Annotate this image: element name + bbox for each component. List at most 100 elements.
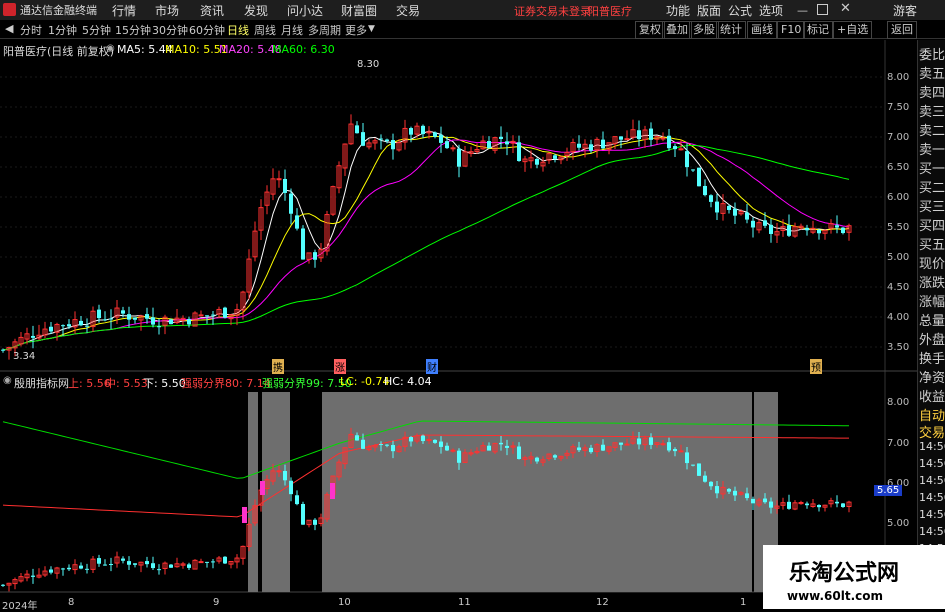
btn-zixuan[interactable]: +自选	[833, 21, 873, 39]
btn-huaxian[interactable]: 画线	[747, 21, 777, 39]
btn-fuquan[interactable]: 复权	[635, 21, 665, 39]
signal-bar	[242, 507, 247, 523]
period-1min[interactable]: 1分钟	[48, 22, 77, 38]
indicator-candle	[198, 561, 204, 564]
event-tag[interactable]: 财	[426, 359, 438, 374]
period-monthly[interactable]: 月线	[281, 22, 303, 38]
btn-f10[interactable]: F10	[777, 21, 806, 39]
tick-time: 14:56	[919, 457, 945, 470]
indicator-candle	[817, 504, 821, 508]
period-15min[interactable]: 15分钟	[115, 22, 151, 38]
tick-time: 14:56	[919, 525, 945, 538]
candle-body	[769, 224, 773, 234]
period-weekly[interactable]: 周线	[254, 22, 276, 38]
candle-body	[691, 169, 695, 171]
menu-item-hangqing[interactable]: 行情	[112, 2, 136, 19]
period-60min[interactable]: 60分钟	[189, 22, 225, 38]
period-more[interactable]: 更多	[345, 22, 367, 38]
period-multi[interactable]: 多周期	[308, 22, 341, 38]
candle-body	[553, 155, 557, 159]
indicator-candle	[361, 439, 365, 449]
event-tag[interactable]: 携	[272, 359, 284, 374]
minimize-icon[interactable]: —	[797, 4, 808, 17]
quote-label: 总量	[919, 314, 945, 329]
quote-label: 卖一	[919, 143, 945, 158]
candle-body	[295, 215, 299, 229]
indicator-candle	[553, 455, 557, 458]
btn-tongji[interactable]: 统计	[716, 21, 746, 39]
price-tick: 4.00	[887, 312, 910, 323]
candle-body	[505, 141, 509, 145]
shade-band	[248, 392, 258, 592]
guest-label[interactable]: 游客	[893, 2, 917, 19]
menu-item-xuanxiang[interactable]: 选项	[759, 2, 783, 19]
indicator-candle	[745, 493, 749, 499]
candle-body	[276, 178, 282, 181]
period-5min[interactable]: 5分钟	[82, 22, 111, 38]
candle-body	[433, 132, 437, 137]
menu-item-faxian[interactable]: 发现	[244, 2, 268, 19]
candle-body	[109, 318, 113, 320]
indicator-tick: 8.00	[887, 397, 910, 408]
candle-body	[499, 136, 503, 139]
quote-label: 买四	[919, 219, 945, 234]
menu-item-shichang[interactable]: 市场	[155, 2, 179, 19]
signal-bar	[260, 481, 265, 495]
shade-band	[262, 392, 290, 592]
trade-button[interactable]: 交易	[919, 422, 945, 441]
menu-item-gongshi[interactable]: 公式	[728, 2, 752, 19]
indicator-candle	[49, 569, 53, 573]
btn-diejia[interactable]: 叠加	[662, 21, 692, 39]
candle-body	[103, 319, 107, 321]
candle-body	[715, 201, 719, 213]
candle-body	[487, 141, 491, 149]
period-daily[interactable]: 日线	[227, 22, 249, 38]
candle-body	[283, 178, 287, 193]
candle-body	[49, 326, 53, 332]
price-tick: 8.00	[887, 72, 910, 83]
indicator-name: 殷朋指标网	[14, 377, 69, 390]
maximize-icon[interactable]	[817, 4, 828, 15]
indicator-candle	[409, 437, 413, 442]
btn-biaoji[interactable]: 标记	[803, 21, 833, 39]
indicator-tick: 5.00	[887, 518, 910, 529]
btn-fanhui[interactable]: 返回	[887, 21, 917, 39]
menu-item-jiaoyi[interactable]: 交易	[396, 2, 420, 19]
menu-item-gongneng[interactable]: 功能	[666, 2, 690, 19]
indicator-candle	[733, 490, 737, 496]
menu-item-banmian[interactable]: 版面	[697, 2, 721, 19]
quote-label: 买三	[919, 200, 945, 215]
indicator-candle	[577, 447, 581, 451]
period-fenshi[interactable]: 分时	[20, 22, 42, 38]
candle-body	[517, 142, 521, 162]
indicator-candle	[223, 556, 227, 564]
candle-body	[535, 158, 539, 165]
quote-label: 换手	[919, 352, 945, 367]
btn-duogu[interactable]: 多股	[689, 21, 719, 39]
event-tag[interactable]: 涨	[334, 359, 346, 374]
indicator-candle	[187, 564, 191, 568]
nav-left-icon[interactable]: ◀	[5, 22, 13, 35]
menu-item-zixun[interactable]: 资讯	[200, 2, 224, 19]
menu-item-wenxiaoda[interactable]: 问小达	[287, 2, 323, 19]
quote-label: 卖三	[919, 105, 945, 120]
indicator-candle	[276, 470, 282, 473]
kline-chart[interactable]	[0, 40, 917, 609]
indicator-settings-icon[interactable]: ◉	[3, 375, 12, 386]
indicator-candle	[169, 564, 173, 568]
watermark-url: www.60lt.com	[787, 589, 884, 603]
indicator-candle	[157, 569, 161, 571]
tick-time: 14:56	[919, 440, 945, 453]
settings-icon[interactable]: ◉	[106, 43, 115, 54]
candle-body	[409, 128, 413, 135]
event-tag[interactable]: 预	[810, 359, 822, 374]
indicator-candle	[589, 447, 593, 453]
close-icon[interactable]: ✕	[840, 1, 851, 16]
chevron-down-icon[interactable]: ▼	[368, 24, 375, 34]
candle-body	[667, 135, 671, 149]
indicator-candle	[835, 501, 839, 504]
quote-label: 卖五	[919, 67, 945, 82]
menu-item-caifuquan[interactable]: 财富圈	[341, 2, 377, 19]
period-30min[interactable]: 30分钟	[152, 22, 188, 38]
login-notice[interactable]: 证券交易未登录	[514, 3, 591, 19]
